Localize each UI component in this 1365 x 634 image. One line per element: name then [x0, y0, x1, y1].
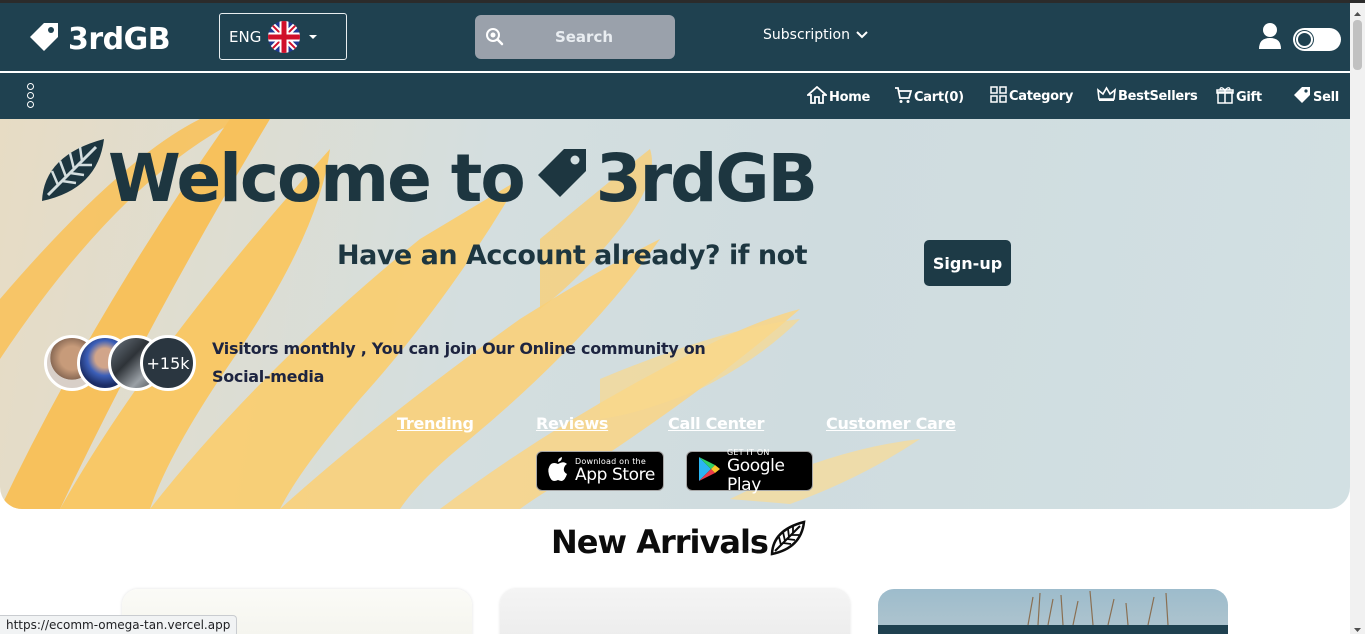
uk-flag-icon — [268, 20, 301, 53]
search-input[interactable] — [475, 15, 675, 59]
user-icon[interactable] — [1258, 22, 1282, 54]
crown-icon — [1096, 86, 1117, 106]
nav-category-label: Category — [1009, 89, 1074, 104]
status-bar-url: https://ecomm-omega-tan.vercel.app — [0, 615, 238, 634]
caret-down-icon — [307, 27, 319, 46]
avatar-more-count: +15k — [140, 335, 196, 391]
cart-icon — [894, 86, 913, 108]
toggle-knob — [1296, 31, 1313, 48]
product-card-bar — [878, 625, 1228, 634]
chevron-down-icon — [856, 27, 868, 43]
page: 3rdGB ENG Search Subscription Home Cart(… — [0, 0, 1365, 634]
header: 3rdGB ENG Search Subscription — [0, 3, 1350, 71]
scrollbar[interactable] — [1350, 3, 1365, 634]
subscription-label: Subscription — [763, 27, 850, 43]
google-play-button[interactable]: GET IT ON Google Play — [686, 448, 813, 494]
nav-bestsellers[interactable]: BestSellers — [1096, 86, 1198, 106]
leaf-icon — [770, 520, 806, 564]
tag-icon — [534, 140, 590, 217]
theme-toggle[interactable] — [1293, 28, 1341, 51]
hero-banner: Welcome to 3rdGB Have an Account already… — [0, 119, 1350, 509]
account-prompt: Have an Account already? if not — [337, 240, 808, 271]
scrollbar-thumb[interactable] — [1353, 20, 1362, 70]
product-card-image — [1027, 590, 1169, 626]
link-customer-care[interactable]: Customer Care — [826, 414, 956, 433]
product-card[interactable] — [500, 589, 850, 634]
nav-gift[interactable]: Gift — [1216, 86, 1262, 108]
new-arrivals-heading: New Arrivals — [551, 520, 806, 564]
search-box[interactable] — [475, 15, 675, 59]
tag-icon — [26, 19, 62, 59]
google-play-icon — [697, 456, 721, 486]
scroll-down-arrow-icon[interactable] — [1352, 620, 1363, 632]
language-selector[interactable]: ENG — [219, 13, 347, 60]
nav-cart-label: Cart(0) — [914, 89, 964, 105]
apple-icon — [547, 456, 569, 486]
tag-icon — [1293, 86, 1311, 108]
link-call-center[interactable]: Call Center — [668, 414, 764, 433]
subscription-dropdown[interactable]: Subscription — [763, 27, 868, 43]
scroll-up-arrow-icon[interactable] — [1352, 5, 1363, 16]
logo[interactable]: 3rdGB — [26, 19, 171, 59]
logo-text: 3rdGB — [68, 21, 171, 57]
home-icon — [805, 85, 829, 108]
nav-home[interactable]: Home — [805, 85, 870, 108]
nav-home-label: Home — [829, 89, 870, 105]
language-code: ENG — [229, 27, 262, 46]
visitors-text: Visitors monthly , You can join Our Onli… — [212, 339, 706, 386]
nav-bestsellers-label: BestSellers — [1118, 88, 1198, 104]
menu-dots-icon[interactable] — [27, 83, 35, 111]
leaf-icon — [38, 135, 108, 221]
signup-button[interactable]: Sign-up — [924, 240, 1011, 286]
search-icon — [485, 27, 505, 51]
nav-cart[interactable]: Cart(0) — [894, 86, 964, 108]
app-store-button[interactable]: Download on the App Store — [536, 451, 664, 491]
link-reviews[interactable]: Reviews — [536, 414, 608, 433]
nav-category[interactable]: Category — [990, 86, 1073, 107]
app-store-big: App Store — [575, 465, 655, 485]
welcome-heading: Welcome to 3rdGB — [38, 135, 818, 221]
google-play-big: Google Play — [727, 455, 785, 495]
new-arrivals-title: New Arrivals — [551, 523, 769, 561]
welcome-prefix: Welcome to — [108, 139, 526, 217]
nav-sell[interactable]: Sell — [1293, 86, 1339, 108]
nav-gift-label: Gift — [1236, 89, 1262, 105]
link-trending[interactable]: Trending — [397, 414, 474, 433]
grid-icon — [990, 86, 1007, 107]
navbar: Home Cart(0) Category BestSellers Gift S… — [0, 73, 1350, 119]
welcome-brand: 3rdGB — [595, 139, 818, 217]
gift-icon — [1216, 86, 1234, 108]
product-card[interactable] — [878, 589, 1228, 634]
nav-sell-label: Sell — [1313, 89, 1339, 105]
